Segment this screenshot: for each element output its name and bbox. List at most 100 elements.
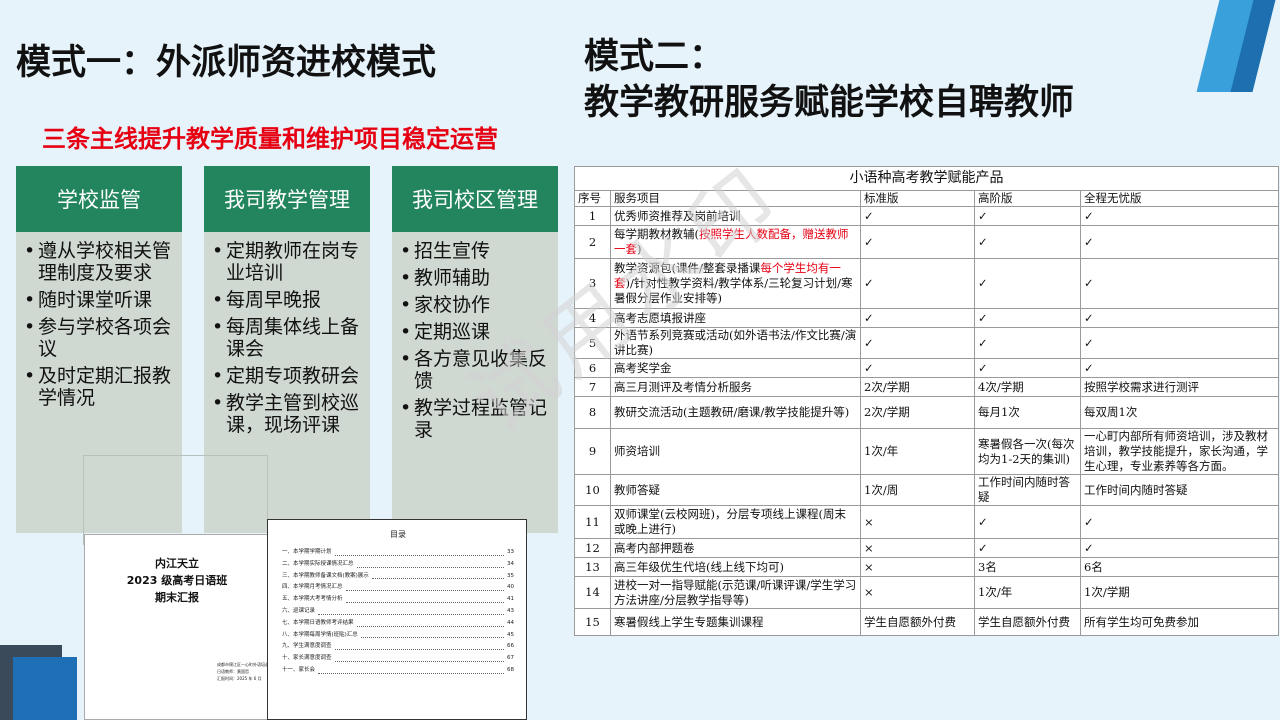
toc-leader [334,547,504,556]
advanced-cell: 3名 [974,557,1081,577]
advanced-cell: 学生自愿额外付费 [974,608,1081,636]
toc-entry-page: 40 [507,584,514,591]
advanced-cell: 1次/年 [974,576,1081,609]
item-text: 高考内部押题卷 [614,540,695,555]
table-row: 6 高考奖学金 ✓ ✓ ✓ [574,358,1279,378]
item-text: 高三月测评及考情分析服务 [614,379,752,394]
toc-leader [318,606,504,615]
corner-decoration [1196,0,1276,92]
cover-line: 内江天立 [155,557,199,570]
table-header: 全程无忧版 [1080,190,1279,207]
service-item: 每学期教材教辅(按照学生人数配备，赠送教师一套) [610,225,861,259]
full-service-cell: 每双周1次 [1080,396,1279,429]
standard-cell: × [860,505,975,539]
standard-cell: ✓ [860,225,975,259]
advanced-cell: ✓ [974,258,1081,309]
toc-entry-title: 八、本学期每周学情(班貼)汇总 [282,631,358,638]
toc-entry: 六、巡课记录 43 [282,606,514,618]
toc-entry-page: 68 [507,666,514,673]
column-list: 招生宣传 教师辅助 家校协作 定期巡课 各方意见收集反馈 教学过程监管记录 [392,232,558,441]
toc-entry-title: 五、本学期大考考情分析 [282,596,343,603]
full-service-cell: ✓ [1080,505,1279,539]
toc-leader [356,559,504,568]
table-row: 10 教师答疑 1次/周 工作时间内随时答疑 工作时间内随时答疑 [574,474,1279,506]
toc-leader [371,571,504,580]
column-header: 我司校区管理 [392,166,558,232]
list-item: 教师辅助 [400,267,552,289]
item-text: 外语节系列竞赛或活动(如外语书法/作文比赛/演讲比赛) [614,328,857,357]
standard-cell: 2次/学期 [860,377,975,397]
list-item: 定期巡课 [400,321,552,343]
toc-leader [345,582,504,592]
service-item: 教研交流活动(主题教研/磨课/教学技能提升等) [610,396,861,429]
toc-leader [345,594,504,603]
table-row: 13 高三年级优生代培(线上线下均可) × 3名 6名 [574,557,1279,577]
toc-entry: 七、本学期日语教师考评结果 44 [282,618,514,630]
toc-entry-title: 三、本学期教师备课文档(教案)展示 [282,572,369,579]
item-text: 高三年级优生代培(线上线下均可) [614,559,784,574]
list-item: 教学主管到校巡课，现场评课 [212,392,364,436]
full-service-cell: 1次/学期 [1080,576,1279,609]
service-item: 寒暑假线上学生专题集训课程 [610,608,861,636]
item-text: 教师答疑 [614,482,660,497]
row-number: 11 [574,505,611,539]
mode2-title: 模式二： 教学教研服务赋能学校自聘教师 [584,34,1074,126]
standard-cell: ✓ [860,327,975,359]
row-number: 9 [574,428,611,475]
list-item: 各方意见收集反馈 [400,348,552,392]
mode2-title-line1: 模式二： [584,37,725,77]
list-item: 遵从学校相关管理制度及要求 [24,240,176,284]
advanced-cell: ✓ [974,358,1081,378]
toc-leader [356,618,504,627]
item-text: 教研交流活动(主题教研/磨课/教学技能提升等) [614,405,850,419]
item-text-tail: ) [637,242,642,256]
toc-title: 目录 [390,530,406,539]
service-item: 教学资源包(课件/整套录播课每个学生均有一套)/针对性教学资料/教学体系/三轮复… [610,258,861,309]
list-item: 教学过程监管记录 [400,397,552,441]
advanced-cell: 寒暑假各一次(每次均为1-2天的集训) [974,428,1081,475]
advanced-cell: 4次/学期 [974,377,1081,397]
toc-list: 一、本学期学期计划 33 二、本学期实际授课情况汇总 34 三、本学期教师备课文档(教案… [282,547,514,677]
advanced-cell: ✓ [974,505,1081,539]
toc-entry-page: 44 [507,619,514,626]
service-item: 双师课堂(云校网班)，分层专项线上课程(周末或晚上进行) [610,505,861,539]
table-header-row: 序号 服务项目 标准版 高阶版 全程无忧版 [574,190,1279,207]
full-service-cell: ✓ [1080,308,1279,328]
toc-entry-page: 45 [507,631,514,638]
full-service-cell: 工作时间内随时答疑 [1080,474,1279,506]
service-item: 高三年级优生代培(线上线下均可) [610,557,861,577]
advanced-cell: ✓ [974,538,1081,558]
standard-cell: ✓ [860,308,975,328]
item-text: 寒暑假线上学生专题集训课程 [614,614,764,629]
list-item: 每周集体线上备课会 [212,316,364,360]
toc-entry-page: 67 [507,655,514,662]
list-item: 每周早晚报 [212,289,364,311]
service-item: 高考志愿填报讲座 [610,308,861,328]
service-item: 教师答疑 [610,474,861,506]
standard-cell: 1次/周 [860,474,975,506]
row-number: 1 [574,206,611,226]
table-row: 9 师资培训 1次/年 寒暑假各一次(每次均为1-2天的集训) 一心町内部所有师资培训，… [574,428,1279,475]
service-item: 外语节系列竞赛或活动(如外语书法/作文比赛/演讲比赛) [610,327,861,359]
full-service-cell: 6名 [1080,557,1279,577]
row-number: 2 [574,225,611,259]
cover-line: 期末汇报 [155,591,199,604]
service-item: 优秀师资推荐及岗前培训 [610,206,861,226]
list-item: 随时课堂听课 [24,289,176,311]
row-number: 7 [574,377,611,397]
advanced-cell: 工作时间内随时答疑 [974,474,1081,506]
cover-title: 内江天立 2023 级高考日语班 期末汇报 [85,555,269,606]
item-text: 高考奖学金 [614,360,672,375]
full-service-cell: ✓ [1080,225,1279,259]
toc-leader [334,641,504,651]
toc-entry: 五、本学期大考考情分析 41 [282,594,514,606]
full-service-cell: ✓ [1080,327,1279,359]
standard-cell: ✓ [860,358,975,378]
advanced-cell: 每月1次 [974,396,1081,429]
full-service-cell: 按照学校需求进行测评 [1080,377,1279,397]
table-row: 7 高三月测评及考情分析服务 2次/学期 4次/学期 按照学校需求进行测评 [574,377,1279,397]
row-number: 14 [574,576,611,609]
toc-leader [334,653,504,662]
list-item: 定期专项教研会 [212,365,364,387]
advanced-cell: ✓ [974,327,1081,359]
